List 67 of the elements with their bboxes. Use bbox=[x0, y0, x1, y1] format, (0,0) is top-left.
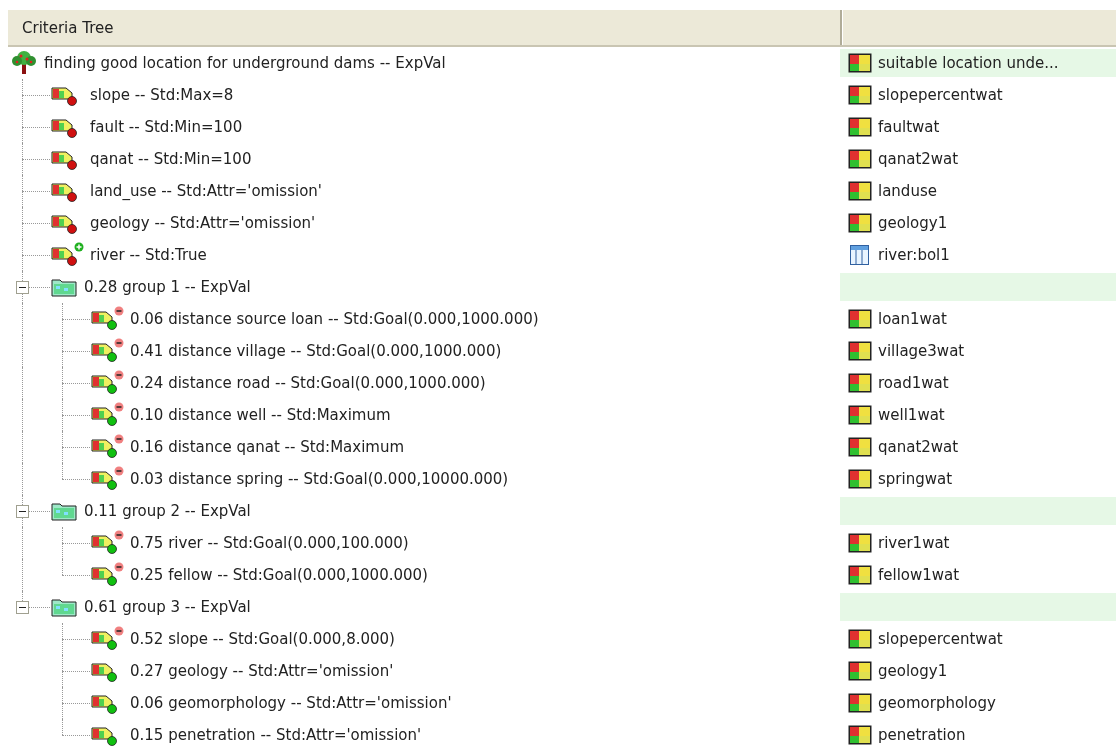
raster-layer-icon bbox=[848, 309, 872, 329]
raster-layer-icon bbox=[848, 533, 872, 553]
layer-name: landuse bbox=[878, 182, 937, 200]
folder-icon bbox=[50, 500, 78, 522]
layer-name: qanat2wat bbox=[878, 150, 959, 168]
collapse-toggle[interactable] bbox=[16, 505, 29, 518]
raster-layer-icon bbox=[848, 725, 872, 745]
layer-name: suitable location unde... bbox=[878, 54, 1059, 72]
table-icon bbox=[848, 245, 872, 265]
layer-name: penetration bbox=[878, 726, 966, 744]
collapse-toggle[interactable] bbox=[16, 281, 29, 294]
raster-layer-icon bbox=[848, 341, 872, 361]
raster-layer-icon bbox=[848, 469, 872, 489]
collapse-toggle[interactable] bbox=[16, 601, 29, 614]
raster-layer-icon bbox=[848, 693, 872, 713]
raster-layer-icon bbox=[848, 213, 872, 233]
criterion-label[interactable]: 0.28 group 1 -- ExpVal bbox=[84, 278, 251, 296]
layer-name: springwat bbox=[878, 470, 953, 488]
criterion-label[interactable]: finding good location for underground dams -- ExpVal bbox=[44, 54, 446, 72]
criterion-label[interactable]: 0.16 distance qanat -- Std:Maximum bbox=[130, 438, 405, 456]
layer-name: slopepercentwat bbox=[878, 86, 1003, 104]
layer-name: river1wat bbox=[878, 534, 950, 552]
layer-name: fellow1wat bbox=[878, 566, 960, 584]
criterion-label[interactable]: 0.61 group 3 -- ExpVal bbox=[84, 598, 251, 616]
layer-name: geology1 bbox=[878, 214, 948, 232]
criterion-label[interactable]: 0.24 distance road -- Std:Goal(0.000,1000.000) bbox=[130, 374, 486, 392]
criterion-label[interactable]: fault -- Std:Min=100 bbox=[90, 118, 243, 136]
raster-layer-icon bbox=[848, 405, 872, 425]
criterion-label[interactable]: 0.15 penetration -- Std:Attr='omission' bbox=[130, 726, 422, 744]
criterion-label[interactable]: 0.52 slope -- Std:Goal(0.000,8.000) bbox=[130, 630, 395, 648]
raster-layer-icon bbox=[848, 149, 872, 169]
criterion-label[interactable]: 0.06 distance source loan -- Std:Goal(0.000,1000.000) bbox=[130, 310, 539, 328]
raster-layer-icon bbox=[848, 565, 872, 585]
criterion-label[interactable]: 0.27 geology -- Std:Attr='omission' bbox=[130, 662, 394, 680]
layer-name: village3wat bbox=[878, 342, 965, 360]
folder-icon bbox=[50, 276, 78, 298]
raster-layer-icon bbox=[848, 181, 872, 201]
criterion-label[interactable]: geology -- Std:Attr='omission' bbox=[90, 214, 316, 232]
layer-name: geology1 bbox=[878, 662, 948, 680]
layer-name: well1wat bbox=[878, 406, 945, 424]
raster-layer-icon bbox=[848, 661, 872, 681]
tree-icon bbox=[10, 50, 38, 76]
layer-name: qanat2wat bbox=[878, 438, 959, 456]
raster-layer-icon bbox=[848, 53, 872, 73]
raster-layer-icon bbox=[848, 629, 872, 649]
criterion-label[interactable]: 0.41 distance village -- Std:Goal(0.000,1000.000) bbox=[130, 342, 502, 360]
criterion-label[interactable]: 0.06 geomorphology -- Std:Attr='omission' bbox=[130, 694, 452, 712]
layer-name: geomorphology bbox=[878, 694, 996, 712]
layer-name: loan1wat bbox=[878, 310, 947, 328]
criterion-label[interactable]: land_use -- Std:Attr='omission' bbox=[90, 182, 322, 200]
folder-icon bbox=[50, 596, 78, 618]
layer-name: road1wat bbox=[878, 374, 949, 392]
criterion-label[interactable]: 0.10 distance well -- Std:Maximum bbox=[130, 406, 391, 424]
criterion-label[interactable]: 0.25 fellow -- Std:Goal(0.000,1000.000) bbox=[130, 566, 428, 584]
layer-name: slopepercentwat bbox=[878, 630, 1003, 648]
raster-layer-icon bbox=[848, 117, 872, 137]
layer-name: river:bol1 bbox=[878, 246, 950, 264]
criterion-label[interactable]: 0.03 distance spring -- Std:Goal(0.000,10000.000) bbox=[130, 470, 509, 488]
criterion-label[interactable]: 0.75 river -- Std:Goal(0.000,100.000) bbox=[130, 534, 409, 552]
raster-layer-icon bbox=[848, 437, 872, 457]
raster-layer-icon bbox=[848, 373, 872, 393]
criterion-label[interactable]: slope -- Std:Max=8 bbox=[90, 86, 234, 104]
layer-name: faultwat bbox=[878, 118, 940, 136]
criterion-label[interactable]: qanat -- Std:Min=100 bbox=[90, 150, 252, 168]
criterion-label[interactable]: 0.11 group 2 -- ExpVal bbox=[84, 502, 251, 520]
raster-layer-icon bbox=[848, 85, 872, 105]
criterion-label[interactable]: river -- Std:True bbox=[90, 246, 207, 264]
